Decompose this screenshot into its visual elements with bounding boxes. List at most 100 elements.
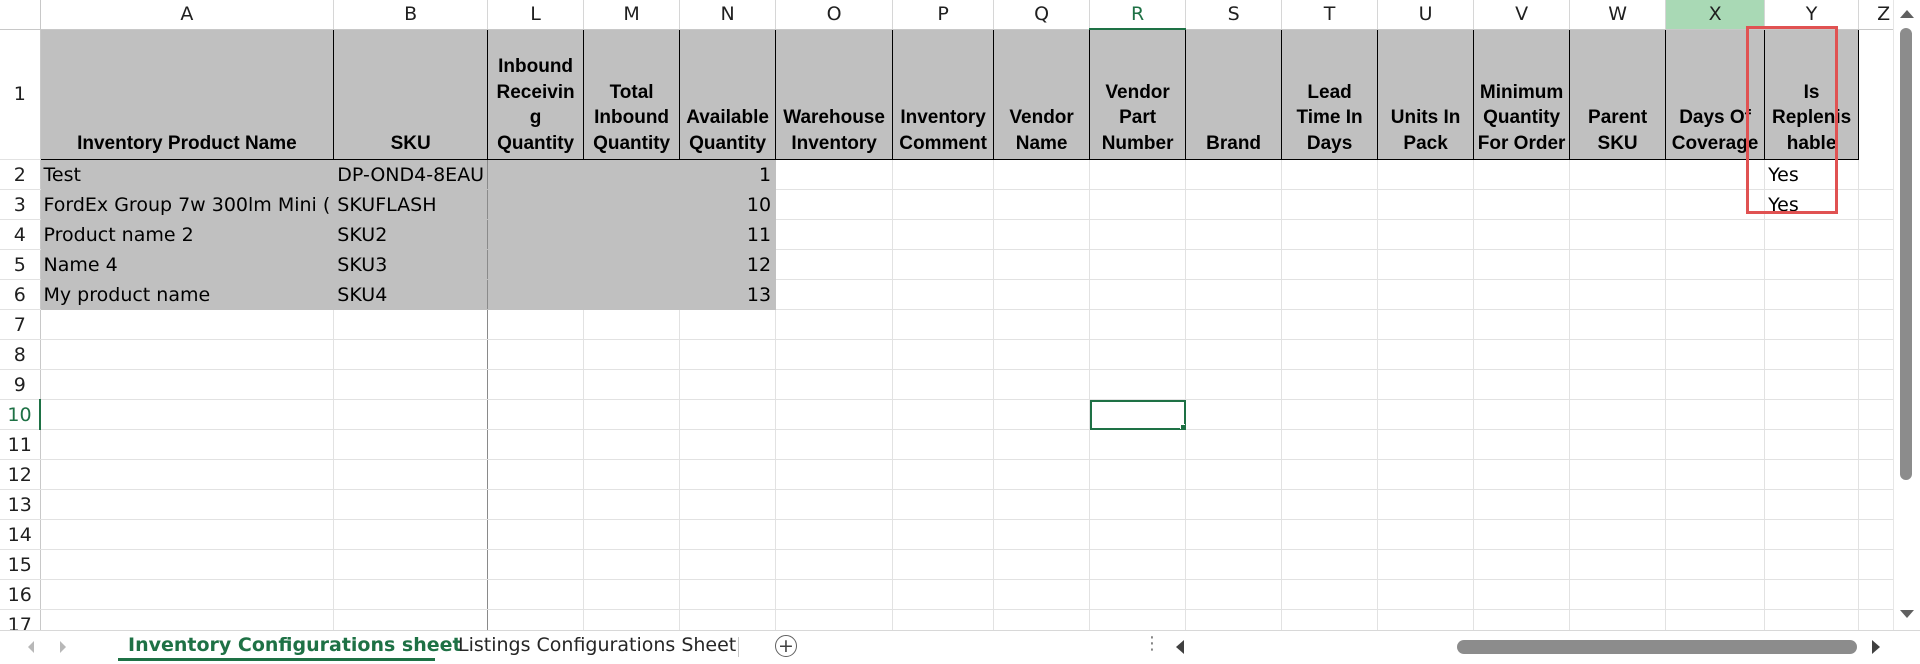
row-number[interactable]: 6 — [0, 279, 41, 310]
cell[interactable] — [1665, 249, 1766, 280]
cell[interactable] — [583, 519, 681, 550]
cell[interactable] — [993, 399, 1091, 430]
cell[interactable] — [1377, 489, 1475, 520]
cell[interactable] — [1569, 339, 1667, 370]
cell[interactable] — [1764, 519, 1860, 550]
cell[interactable] — [892, 159, 995, 190]
cell[interactable] — [1764, 579, 1860, 610]
cell[interactable] — [775, 579, 894, 610]
cell[interactable] — [1764, 309, 1860, 340]
cell[interactable] — [1665, 549, 1766, 580]
cell[interactable] — [993, 249, 1091, 280]
cell[interactable] — [1473, 429, 1571, 460]
cell[interactable] — [1569, 189, 1667, 220]
cell[interactable] — [1377, 609, 1475, 630]
cell[interactable] — [487, 549, 585, 580]
cell[interactable] — [1569, 219, 1667, 250]
cell[interactable] — [892, 459, 995, 490]
cell[interactable] — [583, 369, 681, 400]
column-header-t[interactable]: T — [1281, 0, 1379, 30]
cell[interactable] — [1377, 399, 1475, 430]
sku-cell[interactable]: DP-OND4-8EAU — [333, 159, 489, 190]
cell[interactable] — [1281, 219, 1379, 250]
cell[interactable] — [993, 189, 1091, 220]
cell[interactable] — [1089, 189, 1187, 220]
cell[interactable] — [583, 429, 681, 460]
cell[interactable] — [1569, 309, 1667, 340]
cell[interactable] — [775, 189, 894, 220]
cell[interactable] — [679, 459, 777, 490]
column-header-v[interactable]: V — [1473, 0, 1571, 30]
cell[interactable] — [40, 609, 335, 630]
tab-inventory-configurations[interactable]: Inventory Configurations sheet — [118, 631, 462, 661]
cell[interactable] — [775, 609, 894, 630]
column-header-x[interactable]: X — [1665, 0, 1766, 30]
row-number[interactable]: 1 — [0, 29, 41, 160]
cell[interactable] — [1473, 249, 1571, 280]
cell[interactable] — [993, 279, 1091, 310]
cell[interactable] — [1569, 609, 1667, 630]
row-number[interactable]: 14 — [0, 519, 41, 550]
cell[interactable] — [1569, 399, 1667, 430]
horizontal-scroll-thumb[interactable] — [1457, 640, 1857, 654]
cell[interactable] — [775, 279, 894, 310]
cell[interactable] — [1089, 429, 1187, 460]
cell[interactable] — [1569, 429, 1667, 460]
sku-cell[interactable]: SKUFLASH — [333, 189, 489, 220]
cell[interactable] — [892, 489, 995, 520]
cell[interactable] — [583, 219, 681, 250]
previous-sheet-arrow-icon[interactable] — [28, 641, 34, 653]
cell[interactable] — [1764, 399, 1860, 430]
cell[interactable] — [679, 309, 777, 340]
cell[interactable] — [993, 459, 1091, 490]
cell[interactable] — [40, 429, 335, 460]
row-number[interactable]: 5 — [0, 249, 41, 280]
product-name-cell[interactable]: Product name 2 — [40, 219, 335, 250]
cell[interactable] — [1281, 309, 1379, 340]
cell[interactable] — [1185, 309, 1283, 340]
cell[interactable] — [583, 159, 681, 190]
cell[interactable] — [487, 249, 585, 280]
cell[interactable] — [1281, 189, 1379, 220]
cell[interactable] — [1473, 549, 1571, 580]
header-cell-s[interactable]: Brand — [1185, 28, 1283, 160]
cell[interactable] — [1185, 339, 1283, 370]
cell[interactable] — [1281, 159, 1379, 190]
cell[interactable] — [993, 159, 1091, 190]
cell[interactable] — [1281, 369, 1379, 400]
cell[interactable] — [993, 429, 1091, 460]
row-number[interactable]: 15 — [0, 549, 41, 580]
cell[interactable] — [40, 339, 335, 370]
cell[interactable] — [1377, 279, 1475, 310]
cell[interactable] — [1764, 369, 1860, 400]
cell[interactable] — [1377, 189, 1475, 220]
cell[interactable] — [40, 459, 335, 490]
cell[interactable] — [892, 279, 995, 310]
header-cell-w[interactable]: Parent SKU — [1569, 28, 1667, 160]
cell[interactable] — [583, 489, 681, 520]
cell[interactable] — [679, 579, 777, 610]
column-header-s[interactable]: S — [1185, 0, 1283, 30]
cell[interactable] — [40, 399, 335, 430]
header-cell-b[interactable]: SKU — [333, 28, 489, 160]
cell[interactable] — [1569, 159, 1667, 190]
cell[interactable] — [1665, 369, 1766, 400]
cell[interactable] — [1473, 339, 1571, 370]
header-cell-l[interactable]: Inbound Receivin g Quantity — [487, 28, 585, 160]
cell[interactable] — [892, 519, 995, 550]
cell[interactable] — [1089, 579, 1187, 610]
tab-listings-configurations[interactable]: Listings Configurations Sheet — [448, 631, 738, 661]
header-cell-y[interactable]: Is Replenis hable — [1764, 28, 1860, 160]
cell[interactable] — [1185, 249, 1283, 280]
cell[interactable] — [1377, 549, 1475, 580]
sku-cell[interactable]: SKU2 — [333, 219, 489, 250]
cell[interactable] — [1764, 489, 1860, 520]
cell[interactable] — [487, 189, 585, 220]
cell[interactable] — [487, 519, 585, 550]
cell[interactable] — [40, 309, 335, 340]
cell[interactable] — [487, 459, 585, 490]
row-number[interactable]: 17 — [0, 609, 41, 630]
cell[interactable] — [1185, 519, 1283, 550]
row-number-active[interactable]: 10 — [0, 399, 41, 430]
cell[interactable] — [1185, 189, 1283, 220]
